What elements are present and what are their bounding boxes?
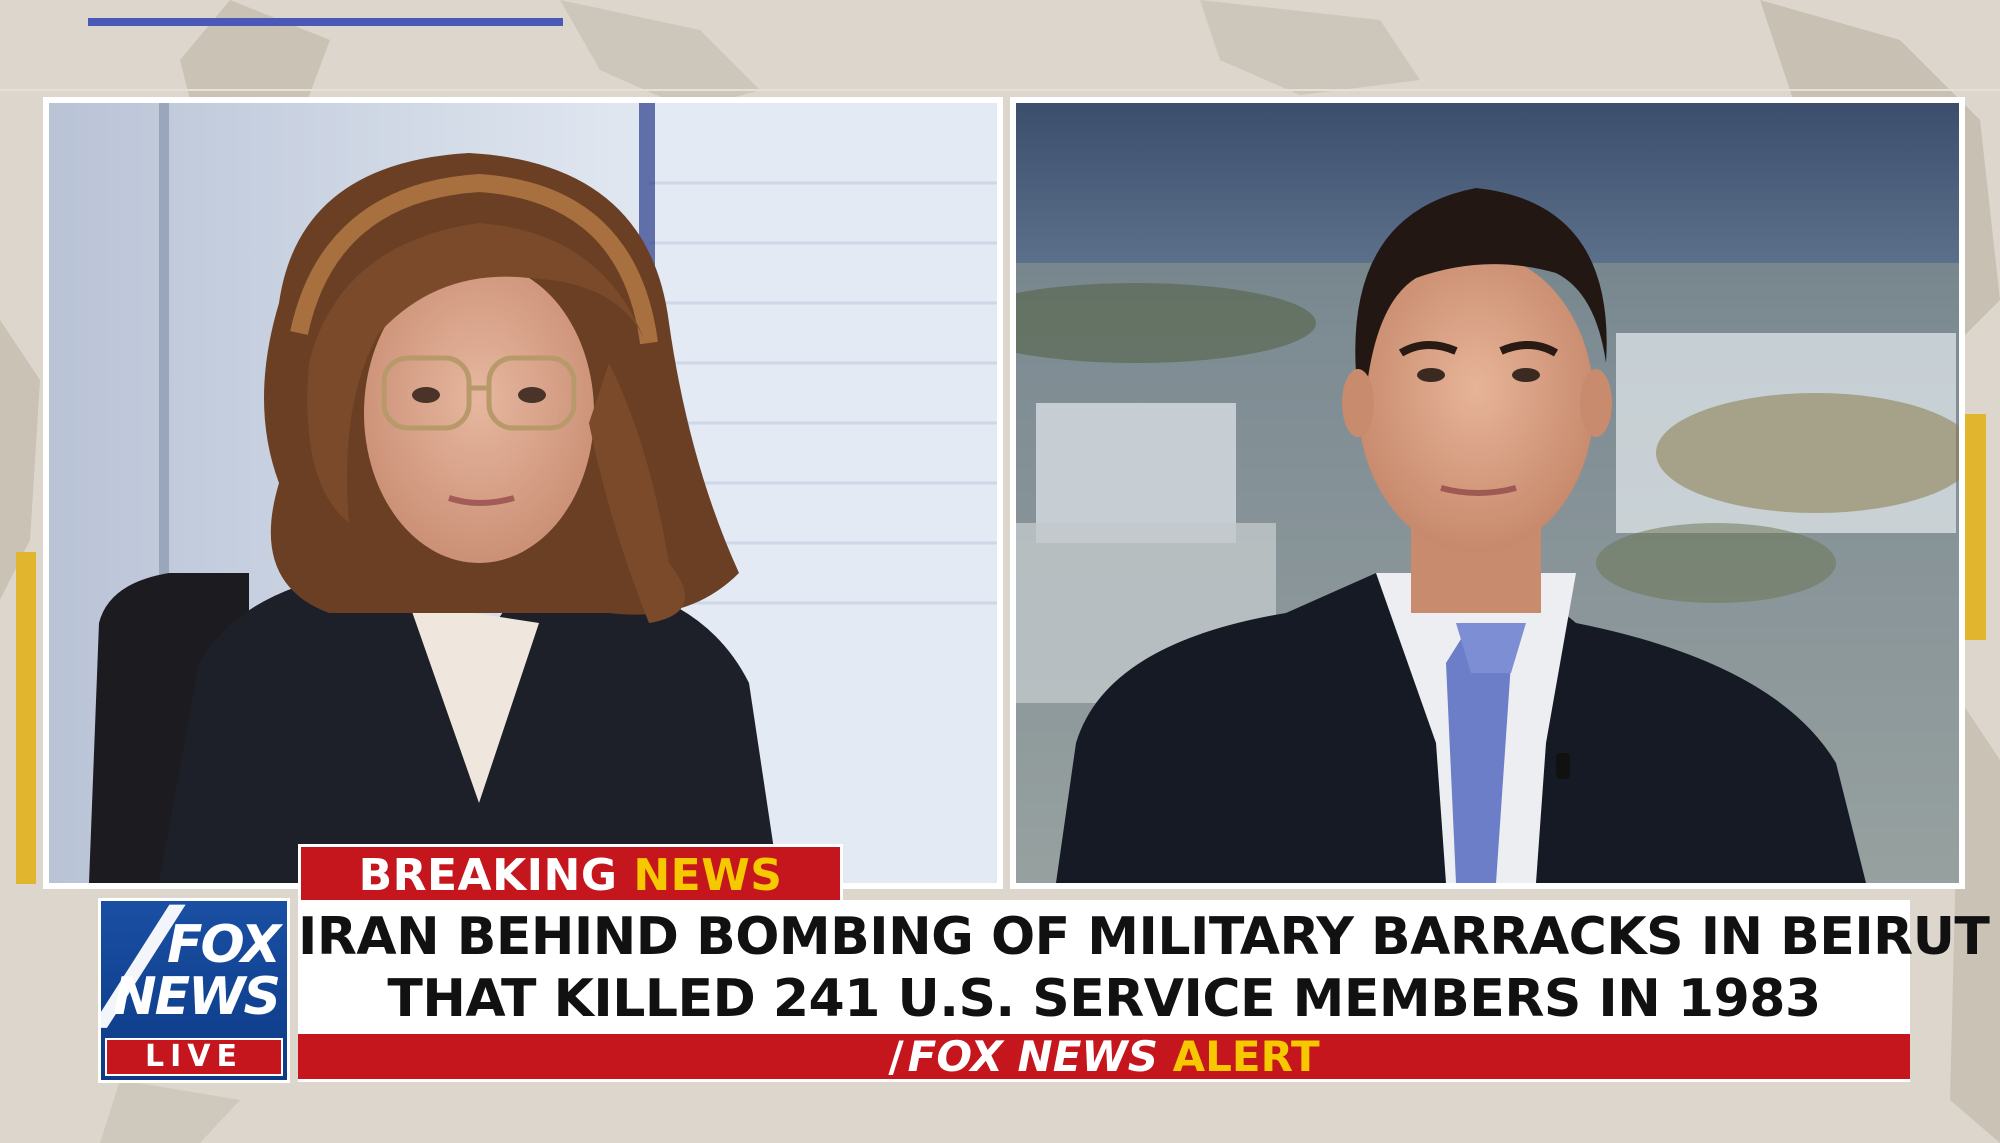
right-accent-stripe <box>1964 414 1986 640</box>
fox-news-alert-bar: /FOX NEWS ALERT <box>298 1034 1910 1082</box>
anchor-video <box>49 103 997 883</box>
alert-slash-mark: / <box>888 1032 904 1081</box>
alert-prefix: FOX NEWS <box>907 1032 1158 1081</box>
video-panel-left <box>43 97 1003 889</box>
left-accent-stripe <box>16 552 36 884</box>
logo-news-text: NEWS <box>113 967 281 1027</box>
logo-fox-text: FOX <box>167 915 281 975</box>
top-accent-stripe <box>88 18 563 26</box>
headline-box: IRAN BEHIND BOMBING OF MILITARY BARRACKS… <box>298 900 1990 1034</box>
video-panel-right <box>1010 97 1965 889</box>
fox-news-live-logo: / FOX NEWS LIVE <box>98 898 290 1083</box>
headline-line-1: IRAN BEHIND BOMBING OF MILITARY BARRACKS… <box>298 907 1990 967</box>
alert-word: ALERT <box>1172 1032 1320 1081</box>
breaking-news-banner: BREAKING NEWS <box>298 844 843 902</box>
guest-video <box>1016 103 1959 883</box>
logo-live-badge: LIVE <box>105 1038 283 1076</box>
news-label: NEWS <box>633 850 783 901</box>
breaking-label: BREAKING <box>358 850 618 901</box>
headline-line-2: THAT KILLED 241 U.S. SERVICE MEMBERS IN … <box>387 969 1821 1029</box>
